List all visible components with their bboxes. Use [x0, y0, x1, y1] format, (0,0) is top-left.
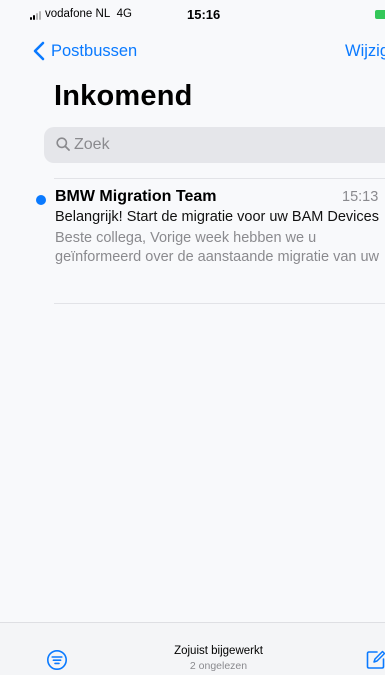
back-button-label: Postbussen — [51, 41, 138, 60]
compose-icon — [366, 650, 385, 669]
message-time: 15:13 — [342, 189, 379, 205]
unread-count: 2 ongelezen — [189, 660, 248, 672]
edit-button[interactable]: Wijzig — [345, 42, 385, 61]
carrier-name: vodafone NL — [45, 8, 111, 20]
unread-dot-icon — [36, 195, 46, 205]
search-input[interactable]: Zoek — [44, 127, 385, 163]
chevron-left-icon — [33, 41, 45, 61]
message-subject: Belangrijk! Start de migratie voor uw BA… — [55, 209, 379, 225]
network-type: 4G — [116, 8, 132, 20]
message-preview-line2: geïnformeerd over de aanstaande migratie… — [55, 249, 380, 265]
search-placeholder: Zoek — [74, 136, 110, 153]
mail-inbox-screen: vodafone NL 4G 15:16 Postbussen Wijzig I… — [0, 0, 385, 675]
search-icon — [56, 137, 70, 151]
list-divider — [54, 303, 385, 304]
message-preview-line1: Beste collega, Vorige week hebben we u — [55, 230, 317, 246]
update-status: Zojuist bijgewerkt — [174, 645, 263, 657]
page-title: Inkomend — [54, 80, 193, 112]
signal-icon — [30, 11, 42, 20]
carrier-text: vodafone NL 4G — [45, 8, 132, 20]
bottom-toolbar: Zojuist bijgewerkt 2 ongelezen — [0, 622, 385, 675]
message-row[interactable]: BMW Migration Team 15:13 Belangrijk! Sta… — [0, 179, 385, 281]
message-sender: BMW Migration Team — [55, 188, 217, 205]
status-bar: vodafone NL 4G 15:16 — [0, 0, 385, 32]
compose-button[interactable] — [365, 649, 385, 671]
battery-icon — [375, 10, 385, 19]
status-clock: 15:16 — [187, 7, 221, 22]
back-button[interactable]: Postbussen — [33, 39, 137, 63]
